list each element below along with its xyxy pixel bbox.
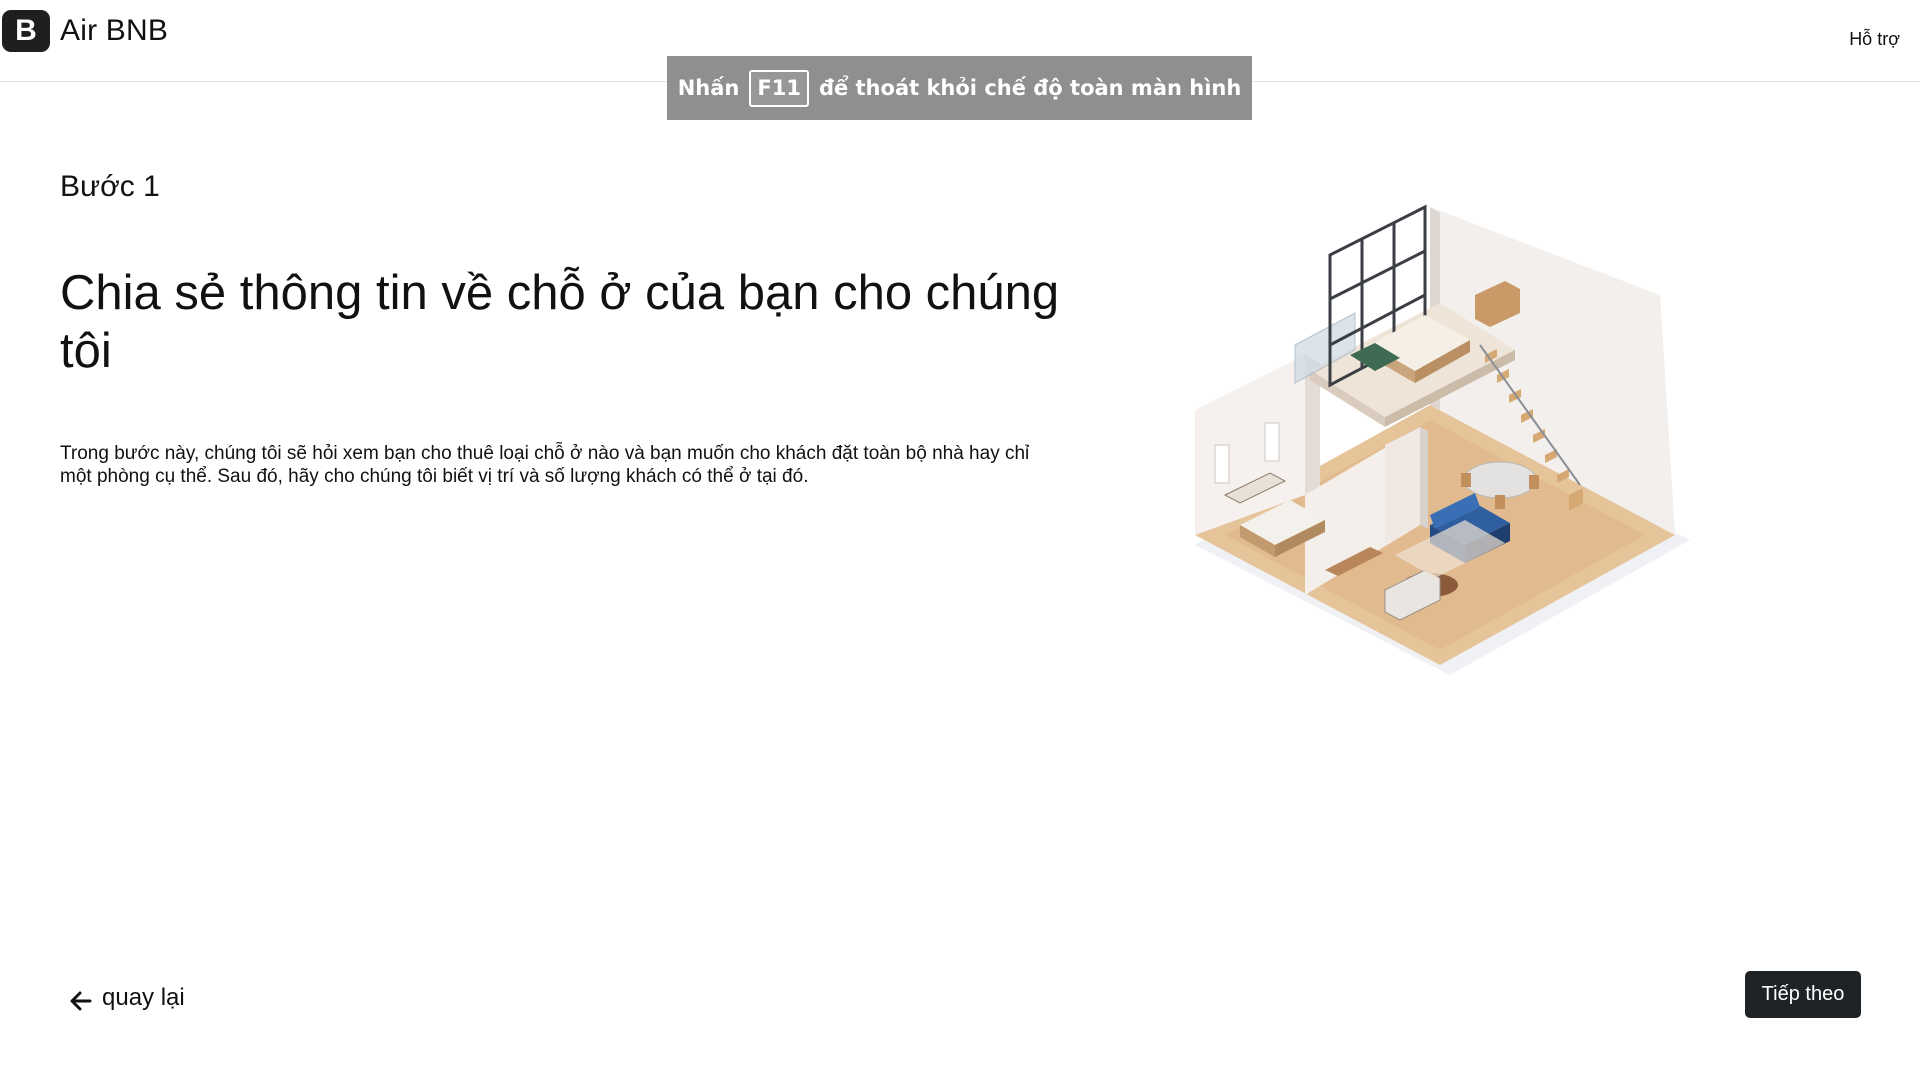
brand-name: Air BNB [60, 14, 169, 47]
brand-logo-icon: B [2, 10, 50, 52]
next-button[interactable]: Tiếp theo [1745, 971, 1861, 1018]
brand-home-link[interactable]: B Air BNB [2, 10, 168, 52]
toast-key-badge: F11 [749, 69, 809, 107]
house-illustration-svg [1195, 204, 1690, 675]
back-link[interactable]: quay lại [66, 980, 185, 1016]
back-link-label: quay lại [102, 984, 185, 1011]
page: B Air BNB Hỗ trợ Nhấn F11 để thoát khỏi … [0, 0, 1920, 1080]
support-link[interactable]: Hỗ trợ [1849, 29, 1900, 50]
fullscreen-exit-toast: Nhấn F11 để thoát khỏi chế độ toàn màn h… [667, 56, 1252, 120]
toast-suffix: để thoát khỏi chế độ toàn màn hình [818, 76, 1242, 100]
isometric-house-illustration [1185, 195, 1695, 675]
step-description: Trong bước này, chúng tôi sẽ hỏi xem bạn… [60, 443, 1030, 487]
page-title: Chia sẻ thông tin về chỗ ở của bạn cho c… [60, 266, 1060, 378]
step-label: Bước 1 [60, 170, 160, 203]
toast-prefix: Nhấn [677, 76, 740, 100]
arrow-left-icon [70, 991, 92, 1011]
